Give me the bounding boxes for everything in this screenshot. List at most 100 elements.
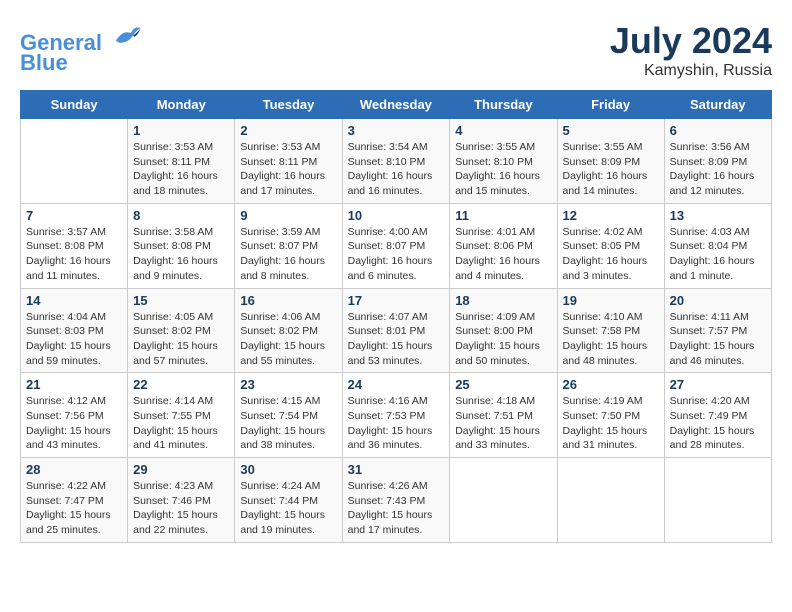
calendar-cell: 19 Sunrise: 4:10 AM Sunset: 7:58 PM Dayli… — [557, 288, 664, 373]
day-info: Sunrise: 4:24 AM Sunset: 7:44 PM Dayligh… — [240, 479, 336, 538]
col-header-sunday: Sunday — [21, 91, 128, 119]
logo: General Blue — [20, 20, 142, 75]
calendar-cell: 21 Sunrise: 4:12 AM Sunset: 7:56 PM Dayli… — [21, 373, 128, 458]
calendar-cell: 22 Sunrise: 4:14 AM Sunset: 7:55 PM Dayli… — [128, 373, 235, 458]
day-number: 11 — [455, 208, 551, 223]
calendar-cell — [450, 458, 557, 543]
day-info: Sunrise: 4:22 AM Sunset: 7:47 PM Dayligh… — [26, 479, 122, 538]
day-number: 14 — [26, 293, 122, 308]
day-info: Sunrise: 4:19 AM Sunset: 7:50 PM Dayligh… — [563, 394, 659, 453]
day-info: Sunrise: 4:03 AM Sunset: 8:04 PM Dayligh… — [670, 225, 766, 284]
day-info: Sunrise: 4:26 AM Sunset: 7:43 PM Dayligh… — [348, 479, 445, 538]
calendar-cell: 7 Sunrise: 3:57 AM Sunset: 8:08 PM Daylig… — [21, 203, 128, 288]
week-row-2: 7 Sunrise: 3:57 AM Sunset: 8:08 PM Daylig… — [21, 203, 772, 288]
day-number: 13 — [670, 208, 766, 223]
day-number: 17 — [348, 293, 445, 308]
day-number: 10 — [348, 208, 445, 223]
day-number: 9 — [240, 208, 336, 223]
day-number: 8 — [133, 208, 229, 223]
day-info: Sunrise: 4:06 AM Sunset: 8:02 PM Dayligh… — [240, 310, 336, 369]
day-info: Sunrise: 3:55 AM Sunset: 8:09 PM Dayligh… — [563, 140, 659, 199]
day-number: 7 — [26, 208, 122, 223]
day-info: Sunrise: 4:05 AM Sunset: 8:02 PM Dayligh… — [133, 310, 229, 369]
col-header-saturday: Saturday — [664, 91, 771, 119]
calendar-cell: 14Sunrise: 4:04 AM Sunset: 8:03 PM Dayli… — [21, 288, 128, 373]
day-number: 4 — [455, 123, 551, 138]
calendar-cell: 28 Sunrise: 4:22 AM Sunset: 7:47 PM Dayli… — [21, 458, 128, 543]
title-block: July 2024 Kamyshin, Russia — [610, 20, 772, 80]
calendar-cell: 31 Sunrise: 4:26 AM Sunset: 7:43 PM Dayli… — [342, 458, 450, 543]
day-info: Sunrise: 3:55 AM Sunset: 8:10 PM Dayligh… — [455, 140, 551, 199]
day-number: 6 — [670, 123, 766, 138]
calendar-cell: 3 Sunrise: 3:54 AM Sunset: 8:10 PM Daylig… — [342, 119, 450, 204]
calendar-cell: 13 Sunrise: 4:03 AM Sunset: 8:04 PM Dayli… — [664, 203, 771, 288]
day-info: Sunrise: 4:18 AM Sunset: 7:51 PM Dayligh… — [455, 394, 551, 453]
day-number: 24 — [348, 377, 445, 392]
day-number: 29 — [133, 462, 229, 477]
day-number: 19 — [563, 293, 659, 308]
day-number: 27 — [670, 377, 766, 392]
calendar-cell: 9Sunrise: 3:59 AM Sunset: 8:07 PM Daylig… — [235, 203, 342, 288]
day-number: 5 — [563, 123, 659, 138]
calendar-header-row: SundayMondayTuesdayWednesdayThursdayFrid… — [21, 91, 772, 119]
day-number: 30 — [240, 462, 336, 477]
day-number: 1 — [133, 123, 229, 138]
calendar-cell: 2 Sunrise: 3:53 AM Sunset: 8:11 PM Daylig… — [235, 119, 342, 204]
week-row-5: 28 Sunrise: 4:22 AM Sunset: 7:47 PM Dayli… — [21, 458, 772, 543]
calendar-cell: 10 Sunrise: 4:00 AM Sunset: 8:07 PM Dayli… — [342, 203, 450, 288]
day-info: Sunrise: 4:15 AM Sunset: 7:54 PM Dayligh… — [240, 394, 336, 453]
day-info: Sunrise: 4:16 AM Sunset: 7:53 PM Dayligh… — [348, 394, 445, 453]
calendar-cell: 23 Sunrise: 4:15 AM Sunset: 7:54 PM Dayli… — [235, 373, 342, 458]
day-info: Sunrise: 4:23 AM Sunset: 7:46 PM Dayligh… — [133, 479, 229, 538]
day-number: 15 — [133, 293, 229, 308]
day-number: 31 — [348, 462, 445, 477]
day-info: Sunrise: 3:57 AM Sunset: 8:08 PM Dayligh… — [26, 225, 122, 284]
calendar-cell: 26 Sunrise: 4:19 AM Sunset: 7:50 PM Dayli… — [557, 373, 664, 458]
day-info: Sunrise: 4:01 AM Sunset: 8:06 PM Dayligh… — [455, 225, 551, 284]
day-info: Sunrise: 4:09 AM Sunset: 8:00 PM Dayligh… — [455, 310, 551, 369]
calendar-cell: 15 Sunrise: 4:05 AM Sunset: 8:02 PM Dayli… — [128, 288, 235, 373]
calendar-cell — [21, 119, 128, 204]
calendar-cell — [557, 458, 664, 543]
week-row-3: 14Sunrise: 4:04 AM Sunset: 8:03 PM Dayli… — [21, 288, 772, 373]
day-info: Sunrise: 4:07 AM Sunset: 8:01 PM Dayligh… — [348, 310, 445, 369]
day-number: 12 — [563, 208, 659, 223]
calendar-cell: 16Sunrise: 4:06 AM Sunset: 8:02 PM Dayli… — [235, 288, 342, 373]
calendar-cell: 4 Sunrise: 3:55 AM Sunset: 8:10 PM Daylig… — [450, 119, 557, 204]
week-row-1: 1 Sunrise: 3:53 AM Sunset: 8:11 PM Daylig… — [21, 119, 772, 204]
day-number: 22 — [133, 377, 229, 392]
day-number: 28 — [26, 462, 122, 477]
calendar-cell: 5 Sunrise: 3:55 AM Sunset: 8:09 PM Daylig… — [557, 119, 664, 204]
day-number: 23 — [240, 377, 336, 392]
day-info: Sunrise: 4:10 AM Sunset: 7:58 PM Dayligh… — [563, 310, 659, 369]
day-number: 21 — [26, 377, 122, 392]
calendar-cell: 29 Sunrise: 4:23 AM Sunset: 7:46 PM Dayli… — [128, 458, 235, 543]
day-number: 2 — [240, 123, 336, 138]
calendar-cell: 27Sunrise: 4:20 AM Sunset: 7:49 PM Dayli… — [664, 373, 771, 458]
day-info: Sunrise: 3:53 AM Sunset: 8:11 PM Dayligh… — [240, 140, 336, 199]
col-header-friday: Friday — [557, 91, 664, 119]
location: Kamyshin, Russia — [610, 62, 772, 80]
day-number: 3 — [348, 123, 445, 138]
day-info: Sunrise: 4:12 AM Sunset: 7:56 PM Dayligh… — [26, 394, 122, 453]
day-info: Sunrise: 3:54 AM Sunset: 8:10 PM Dayligh… — [348, 140, 445, 199]
col-header-monday: Monday — [128, 91, 235, 119]
day-number: 26 — [563, 377, 659, 392]
day-number: 18 — [455, 293, 551, 308]
col-header-tuesday: Tuesday — [235, 91, 342, 119]
calendar-cell: 6 Sunrise: 3:56 AM Sunset: 8:09 PM Daylig… — [664, 119, 771, 204]
col-header-wednesday: Wednesday — [342, 91, 450, 119]
calendar-cell: 25Sunrise: 4:18 AM Sunset: 7:51 PM Dayli… — [450, 373, 557, 458]
calendar-cell: 17 Sunrise: 4:07 AM Sunset: 8:01 PM Dayli… — [342, 288, 450, 373]
day-info: Sunrise: 4:14 AM Sunset: 7:55 PM Dayligh… — [133, 394, 229, 453]
calendar-cell: 30 Sunrise: 4:24 AM Sunset: 7:44 PM Dayli… — [235, 458, 342, 543]
calendar-body: 1 Sunrise: 3:53 AM Sunset: 8:11 PM Daylig… — [21, 119, 772, 543]
calendar-cell: 20Sunrise: 4:11 AM Sunset: 7:57 PM Dayli… — [664, 288, 771, 373]
month-year: July 2024 — [610, 20, 772, 62]
calendar-cell: 18 Sunrise: 4:09 AM Sunset: 8:00 PM Dayli… — [450, 288, 557, 373]
calendar-cell: 1Sunrise: 3:53 AM Sunset: 8:11 PM Daylig… — [128, 119, 235, 204]
day-info: Sunrise: 4:00 AM Sunset: 8:07 PM Dayligh… — [348, 225, 445, 284]
day-info: Sunrise: 3:56 AM Sunset: 8:09 PM Dayligh… — [670, 140, 766, 199]
calendar-cell: 24 Sunrise: 4:16 AM Sunset: 7:53 PM Dayli… — [342, 373, 450, 458]
day-info: Sunrise: 4:02 AM Sunset: 8:05 PM Dayligh… — [563, 225, 659, 284]
